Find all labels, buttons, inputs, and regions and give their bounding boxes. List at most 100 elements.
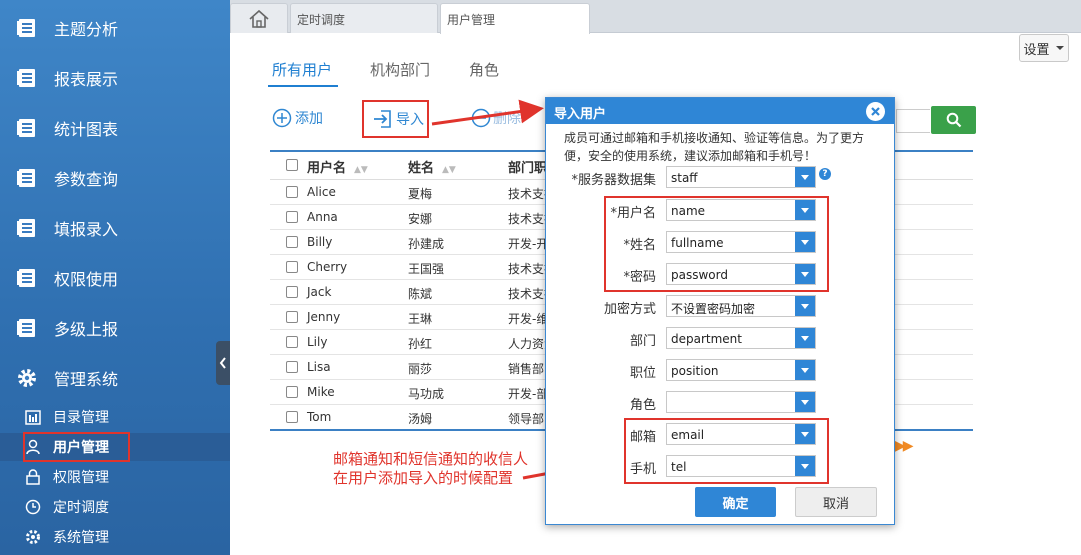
search-icon [946, 112, 961, 128]
sidebar: 主题分析 报表展示 统计图表 参数查询 填报录入 权限使用 多级上报 管理系统 … [0, 0, 230, 555]
select-all-checkbox[interactable] [286, 159, 298, 171]
sidebar-item-report-display[interactable]: 报表展示 [0, 58, 230, 98]
tab-users[interactable]: 用户管理 [440, 3, 590, 34]
cell-username: Lisa [307, 360, 331, 374]
gear-icon [26, 530, 40, 544]
sidebar-subitem-system[interactable]: 系统管理 [0, 523, 230, 551]
dropdown-arrow-icon [795, 360, 815, 380]
settings-dropdown[interactable]: 设置 [1019, 34, 1069, 62]
row-checkbox[interactable] [286, 261, 298, 273]
row-checkbox[interactable] [286, 286, 298, 298]
row-checkbox[interactable] [286, 311, 298, 323]
subtab-departments[interactable]: 机构部门 [370, 59, 430, 80]
cell-username: Jack [307, 285, 332, 299]
row-checkbox[interactable] [286, 386, 298, 398]
sidebar-subitem-label: 用户管理 [53, 440, 109, 456]
gear-icon [18, 369, 36, 387]
import-icon [374, 110, 391, 128]
search-button[interactable] [931, 106, 976, 134]
sort-icon: ▲▼ [442, 165, 456, 175]
report-icon [17, 219, 35, 237]
directory-icon [25, 410, 41, 425]
cell-fullname: 王国强 [408, 262, 445, 276]
report-icon [17, 69, 35, 87]
tab-home[interactable] [230, 3, 288, 33]
search-input[interactable] [896, 109, 930, 133]
header-label: 用户名 [307, 161, 347, 176]
sidebar-subitem-label: 权限管理 [53, 470, 109, 486]
cell-username: Alice [307, 185, 336, 199]
cell-department: 开发-部门 [508, 387, 548, 401]
sidebar-item-admin-system[interactable]: 管理系统 [0, 358, 230, 398]
field-select[interactable]: department [666, 327, 816, 349]
confirm-button[interactable]: 确定 [695, 487, 776, 517]
sidebar-item-label: 管理系统 [54, 370, 119, 389]
cell-username: Lily [307, 335, 328, 349]
cell-username: Cherry [307, 260, 348, 274]
sidebar-item-param-query[interactable]: 参数查询 [0, 158, 230, 198]
add-label: 添加 [295, 111, 323, 127]
delete-circle-icon [471, 108, 491, 128]
sidebar-item-label: 报表展示 [54, 70, 119, 89]
cell-username: Jenny [307, 310, 341, 324]
sidebar-item-charts[interactable]: 统计图表 [0, 108, 230, 148]
sidebar-item-permission-use[interactable]: 权限使用 [0, 258, 230, 298]
select-value: position [671, 364, 719, 378]
row-checkbox[interactable] [286, 211, 298, 223]
cell-department: 销售部门 [508, 362, 548, 376]
home-icon [249, 9, 269, 28]
select-value: staff [671, 171, 698, 185]
report-icon [17, 269, 35, 287]
sidebar-item-data-entry[interactable]: 填报录入 [0, 208, 230, 248]
report-icon [17, 319, 35, 337]
close-button[interactable] [866, 102, 885, 121]
cell-fullname: 安娜 [408, 212, 433, 226]
caret-down-icon [1055, 46, 1064, 50]
cell-username: Mike [307, 385, 335, 399]
field-label: 部门 [629, 334, 656, 349]
tab-bar: 定时调度 用户管理 [230, 0, 1081, 34]
field-select[interactable]: staff [666, 166, 816, 188]
field-select[interactable] [666, 391, 816, 413]
cell-department: 人力资源 [508, 337, 548, 351]
sidebar-item-label: 主题分析 [54, 20, 119, 39]
sidebar-collapse-handle[interactable] [216, 341, 230, 385]
tab-schedule[interactable]: 定时调度 [290, 3, 438, 33]
delete-button[interactable]: 删除 [471, 108, 521, 128]
import-button[interactable]: 导入 [362, 100, 429, 138]
active-tab-indicator [268, 85, 338, 87]
sidebar-subitem-label: 定时调度 [53, 500, 109, 516]
field-label: 角色 [629, 398, 656, 413]
row-checkbox[interactable] [286, 186, 298, 198]
add-button[interactable]: 添加 [272, 108, 323, 128]
subtab-all-users[interactable]: 所有用户 [272, 59, 332, 80]
sidebar-item-multilevel-report[interactable]: 多级上报 [0, 308, 230, 348]
contact-fields-highlight [624, 418, 829, 484]
sidebar-item-label: 统计图表 [54, 120, 119, 139]
annotation-note: 邮箱通知和短信通知的收信人 在用户添加导入的时候配置 [333, 450, 528, 488]
sidebar-subitem-schedule[interactable]: 定时调度 [0, 493, 230, 521]
cell-fullname: 夏梅 [408, 187, 433, 201]
field-select[interactable]: position [666, 359, 816, 381]
row-checkbox[interactable] [286, 361, 298, 373]
dropdown-arrow-icon [795, 392, 815, 412]
add-circle-icon [272, 108, 292, 128]
import-label: 导入 [396, 112, 424, 128]
row-checkbox[interactable] [286, 336, 298, 348]
field-select[interactable]: 不设置密码加密 [666, 295, 816, 317]
column-header-department[interactable]: 部门职 [508, 157, 547, 176]
column-header-fullname[interactable]: 姓名 ▲▼ [408, 157, 456, 176]
cell-fullname: 王琳 [408, 312, 433, 326]
cell-username: Anna [307, 210, 338, 224]
sidebar-subitem-users[interactable]: 用户管理 [0, 432, 230, 462]
sidebar-subitem-permissions[interactable]: 权限管理 [0, 463, 230, 491]
subtab-roles[interactable]: 角色 [469, 59, 499, 80]
row-checkbox[interactable] [286, 411, 298, 423]
sidebar-subitem-directory[interactable]: 目录管理 [0, 403, 230, 431]
sidebar-item-topic-analysis[interactable]: 主题分析 [0, 8, 230, 48]
pager-next-icon[interactable]: ▶▶ [895, 438, 913, 454]
column-header-username[interactable]: 用户名 ▲▼ [307, 157, 368, 176]
row-checkbox[interactable] [286, 236, 298, 248]
cancel-button[interactable]: 取消 [795, 487, 877, 517]
help-icon[interactable]: ? [819, 168, 831, 180]
